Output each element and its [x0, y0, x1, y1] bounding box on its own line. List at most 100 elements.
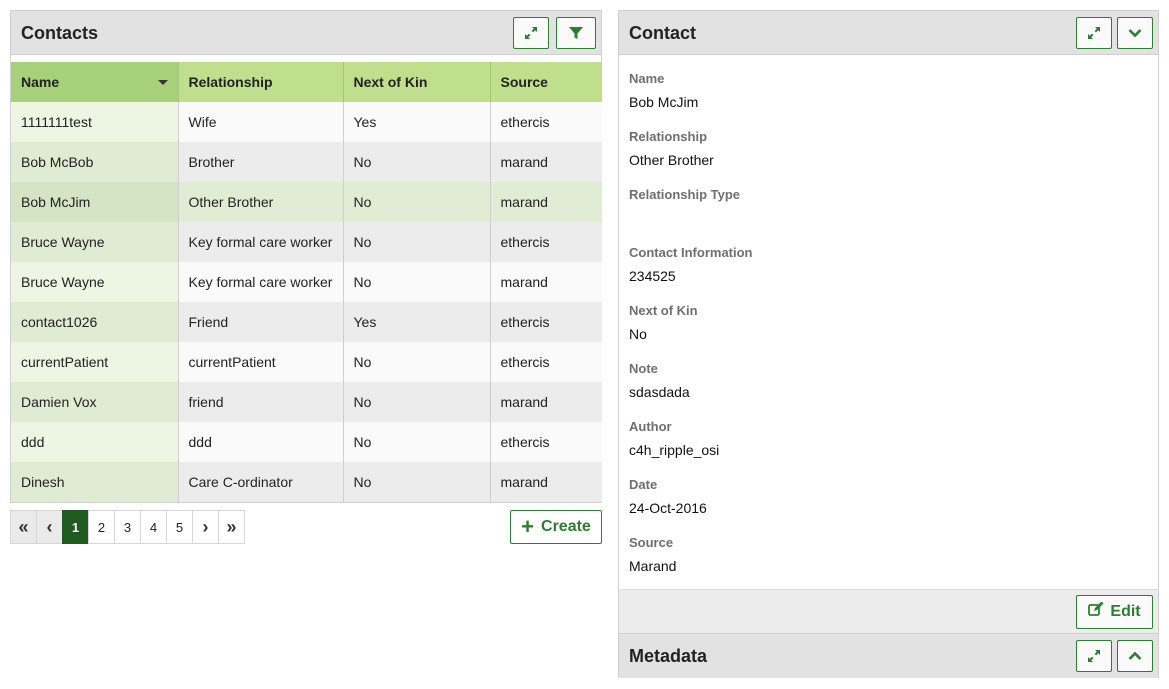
- field-label-next-of-kin: Next of Kin: [629, 303, 698, 318]
- page-button-2[interactable]: 2: [88, 510, 115, 544]
- table-cell: marand: [490, 262, 602, 302]
- table-row[interactable]: Bruce Wayne Key formal care worker No ether…: [11, 222, 602, 262]
- chevron-down-icon: [1128, 28, 1142, 38]
- table-cell: ethercis: [490, 422, 602, 462]
- table-row[interactable]: currentPatient currentPatient No ethercis: [11, 342, 602, 382]
- column-header-next-of-kin[interactable]: Next of Kin: [343, 62, 491, 102]
- field-value-source: Marand: [629, 558, 677, 574]
- contact-panel-title: Contact: [629, 23, 696, 43]
- table-cell: currentPatient: [178, 342, 344, 382]
- table-cell: No: [343, 462, 491, 502]
- table-cell: Bruce Wayne: [11, 222, 179, 262]
- table-cell: No: [343, 182, 491, 222]
- field-label-date: Date: [629, 477, 658, 492]
- first-page-button[interactable]: «: [10, 510, 37, 544]
- contacts-panel: Contacts Name Relationship Next of Kin S…: [10, 10, 602, 503]
- contacts-table: Name Relationship Next of Kin Source 111…: [11, 62, 602, 502]
- field-value-contact-information: 234525: [629, 268, 676, 284]
- column-header-label: Relationship: [188, 74, 273, 90]
- table-cell: No: [343, 382, 491, 422]
- table-cell: Brother: [178, 142, 344, 182]
- contact-panel-footer: Edit: [619, 589, 1158, 633]
- contacts-panel-title: Contacts: [21, 23, 99, 43]
- field-value-name: Bob McJim: [629, 94, 699, 110]
- table-cell: Wife: [178, 102, 344, 142]
- table-cell: Yes: [343, 302, 491, 342]
- contact-detail-panel: Contact Name Bob McJim Relationship Othe…: [618, 10, 1159, 633]
- column-header-name[interactable]: Name: [11, 62, 179, 102]
- column-header-source[interactable]: Source: [490, 62, 602, 102]
- table-cell: No: [343, 142, 491, 182]
- field-label-source: Source: [629, 535, 674, 550]
- table-cell: currentPatient: [11, 342, 179, 382]
- page-button-4[interactable]: 4: [140, 510, 167, 544]
- table-cell: Bob McJim: [11, 182, 179, 222]
- contacts-filter-button[interactable]: [556, 17, 596, 49]
- metadata-panel: Metadata: [618, 633, 1159, 678]
- table-cell: contact1026: [11, 302, 179, 342]
- contact-collapse-button[interactable]: [1117, 17, 1153, 49]
- edit-button-label: Edit: [1110, 603, 1141, 620]
- contact-expand-button[interactable]: [1076, 17, 1112, 49]
- field-label-name: Name: [629, 71, 665, 86]
- table-row[interactable]: 1111111test Wife Yes ethercis: [11, 102, 602, 142]
- create-button[interactable]: + Create: [510, 510, 602, 544]
- table-cell: marand: [490, 382, 602, 422]
- table-row[interactable]: Damien Vox friend No marand: [11, 382, 602, 422]
- table-row[interactable]: Bruce Wayne Key formal care worker No maran…: [11, 262, 602, 302]
- table-cell: No: [343, 342, 491, 382]
- table-cell: ddd: [178, 422, 344, 462]
- edit-icon: [1088, 601, 1110, 622]
- page-button-3[interactable]: 3: [114, 510, 141, 544]
- table-cell: ethercis: [490, 302, 602, 342]
- field-value-next-of-kin: No: [629, 326, 647, 342]
- table-cell: Yes: [343, 102, 491, 142]
- expand-icon: [524, 26, 538, 40]
- table-cell: friend: [178, 382, 344, 422]
- contacts-table-header-row: Name Relationship Next of Kin Source: [11, 62, 602, 102]
- metadata-panel-header: Metadata: [619, 634, 1158, 678]
- create-button-label: Create: [541, 518, 591, 535]
- edit-button[interactable]: Edit: [1076, 595, 1153, 629]
- table-cell: marand: [490, 142, 602, 182]
- table-cell: Friend: [178, 302, 344, 342]
- pagination: « ‹ 1 2 3 4 5 › »: [10, 510, 245, 544]
- page-button-5[interactable]: 5: [166, 510, 193, 544]
- table-cell: Key formal care worker: [178, 262, 344, 302]
- contacts-panel-header: Contacts: [11, 11, 601, 55]
- expand-icon: [1087, 649, 1101, 663]
- table-cell: marand: [490, 462, 602, 502]
- table-cell: ethercis: [490, 222, 602, 262]
- prev-page-button[interactable]: ‹: [36, 510, 63, 544]
- contact-panel-header: Contact: [619, 11, 1158, 55]
- table-row[interactable]: contact1026 Friend Yes ethercis: [11, 302, 602, 342]
- table-cell: Other Brother: [178, 182, 344, 222]
- field-label-author: Author: [629, 419, 672, 434]
- page-button-1[interactable]: 1: [62, 510, 89, 544]
- metadata-toggle-button[interactable]: [1117, 640, 1153, 672]
- field-label-relationship: Relationship: [629, 129, 708, 144]
- last-page-button[interactable]: »: [218, 510, 245, 544]
- field-value-author: c4h_ripple_osi: [629, 442, 720, 458]
- next-page-button[interactable]: ›: [192, 510, 219, 544]
- table-row[interactable]: Dinesh Care C-ordinator No marand: [11, 462, 602, 502]
- column-header-label: Next of Kin: [353, 74, 428, 90]
- table-row[interactable]: Bob McBob Brother No marand: [11, 142, 602, 182]
- metadata-expand-button[interactable]: [1076, 640, 1112, 672]
- table-cell: Damien Vox: [11, 382, 179, 422]
- column-header-relationship[interactable]: Relationship: [178, 62, 344, 102]
- field-label-contact-information: Contact Information: [629, 245, 753, 260]
- table-cell: Care C-ordinator: [178, 462, 344, 502]
- field-value-relationship: Other Brother: [629, 152, 714, 168]
- table-cell: ddd: [11, 422, 179, 462]
- table-cell: ethercis: [490, 342, 602, 382]
- table-cell: No: [343, 222, 491, 262]
- expand-icon: [1087, 26, 1101, 40]
- chevron-up-icon: [1128, 651, 1142, 661]
- field-value-note: sdasdada: [629, 384, 690, 400]
- table-row[interactable]: Bob McJim Other Brother No marand: [11, 182, 602, 222]
- table-cell: Dinesh: [11, 462, 179, 502]
- contacts-expand-button[interactable]: [513, 17, 549, 49]
- metadata-panel-title: Metadata: [629, 646, 708, 666]
- table-row[interactable]: ddd ddd No ethercis: [11, 422, 602, 462]
